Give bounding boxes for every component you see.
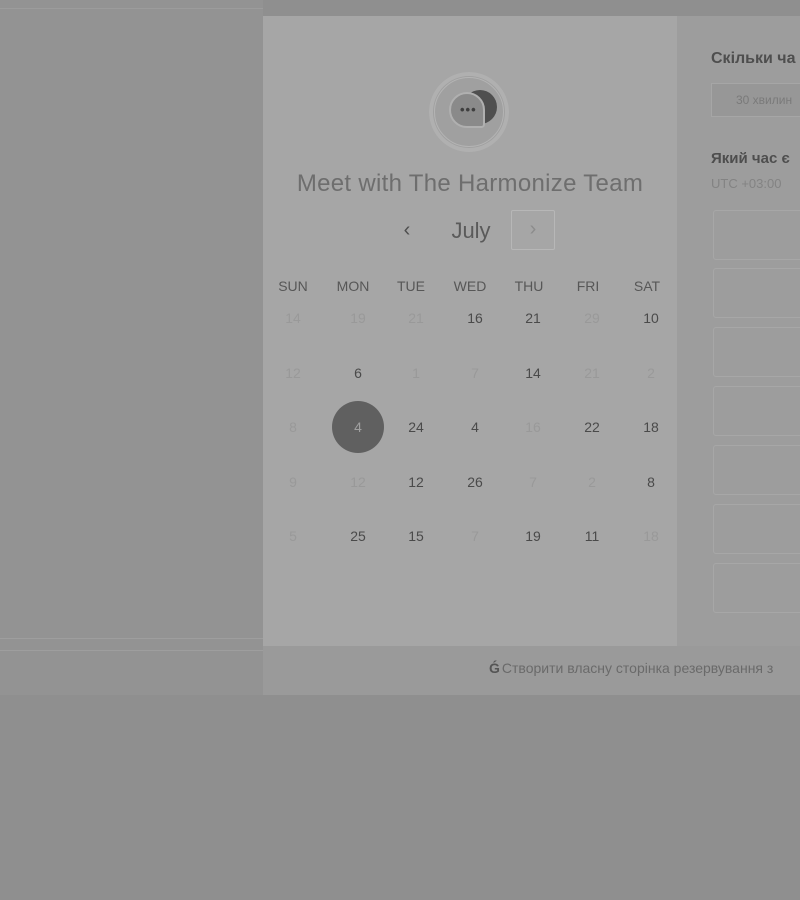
calendar-day[interactable]: 26 — [449, 456, 501, 508]
calendar-day: 1 — [412, 365, 420, 381]
time-selection-panel: Скільки ча 30 хвилин Який час є UTC +03:… — [677, 16, 800, 646]
calendar-day[interactable]: 25 — [332, 510, 384, 562]
hubspot-sprocket-icon: Ǵ — [489, 660, 500, 676]
prev-month-button[interactable]: ‹ — [391, 216, 423, 246]
time-slot-button[interactable] — [713, 445, 800, 495]
calendar-day[interactable]: 6 — [332, 347, 384, 399]
calendar-day[interactable]: 19 — [507, 510, 559, 562]
calendar-day[interactable]: 15 — [390, 510, 442, 562]
calendar-day[interactable]: 18 — [625, 401, 677, 453]
calendar-day[interactable]: 22 — [566, 401, 618, 453]
calendar-panel: ••• Meet with The Harmonize Team ‹ July … — [263, 16, 677, 646]
footer-link-label: Створити власну сторінка резервування з — [501, 660, 774, 676]
modal-footer: Ǵ Створити власну сторінка резервування з — [263, 646, 800, 695]
calendar-day[interactable]: 4 — [449, 401, 501, 453]
background-divider — [0, 650, 263, 651]
calendar-day: 2 — [588, 474, 596, 490]
calendar-day: 21 — [584, 365, 600, 381]
calendar-day[interactable]: 10 — [625, 292, 677, 344]
time-slot-button[interactable] — [713, 504, 800, 554]
calendar-day: 2 — [647, 365, 655, 381]
create-booking-page-link[interactable]: Ǵ Створити власну сторінка резервування з — [489, 660, 773, 676]
calendar-day: 12 — [350, 474, 366, 490]
calendar-day: 29 — [584, 310, 600, 326]
ellipsis-icon: ••• — [460, 102, 477, 117]
calendar-day[interactable]: 14 — [507, 347, 559, 399]
background-divider — [0, 638, 263, 639]
calendar-day: 8 — [289, 419, 297, 435]
calendar-day[interactable]: 16 — [449, 292, 501, 344]
time-question-heading: Який час є — [711, 150, 790, 167]
calendar-day-selected[interactable]: 4 — [332, 401, 384, 453]
calendar-day: 7 — [471, 528, 479, 544]
calendar-day: 18 — [643, 528, 659, 544]
calendar-day: 7 — [471, 365, 479, 381]
background-page-left — [0, 0, 263, 695]
calendar-day: 14 — [285, 310, 301, 326]
background-divider — [0, 8, 263, 9]
time-slot-button[interactable] — [713, 563, 800, 613]
calendar-day[interactable]: 8 — [625, 456, 677, 508]
calendar-day[interactable]: 24 — [390, 401, 442, 453]
chat-bubble-icon: ••• — [449, 92, 485, 128]
calendar-day: 5 — [289, 528, 297, 544]
time-slot-button[interactable] — [713, 268, 800, 318]
booking-modal: ••• Meet with The Harmonize Team ‹ July … — [263, 16, 800, 695]
calendar-day: 19 — [350, 310, 366, 326]
duration-heading: Скільки ча — [711, 50, 796, 67]
calendar-day[interactable]: 12 — [390, 456, 442, 508]
meeting-title: Meet with The Harmonize Team — [296, 170, 644, 197]
time-slot-button[interactable] — [713, 210, 800, 260]
time-slot-button[interactable] — [713, 386, 800, 436]
time-slot-button[interactable] — [713, 327, 800, 377]
calendar-day: 9 — [289, 474, 297, 490]
calendar-day[interactable]: 21 — [507, 292, 559, 344]
calendar-day: 21 — [408, 310, 424, 326]
team-avatar: ••• — [429, 72, 509, 152]
timezone-label: UTC +03:00 — [711, 176, 782, 191]
calendar-day: 12 — [285, 365, 301, 381]
calendar-day: 16 — [525, 419, 541, 435]
month-label: July — [451, 218, 491, 243]
next-month-button[interactable]: › — [511, 210, 555, 250]
duration-option-button[interactable]: 30 хвилин — [711, 83, 800, 117]
calendar-day: 7 — [529, 474, 537, 490]
calendar-day[interactable]: 11 — [566, 510, 618, 562]
